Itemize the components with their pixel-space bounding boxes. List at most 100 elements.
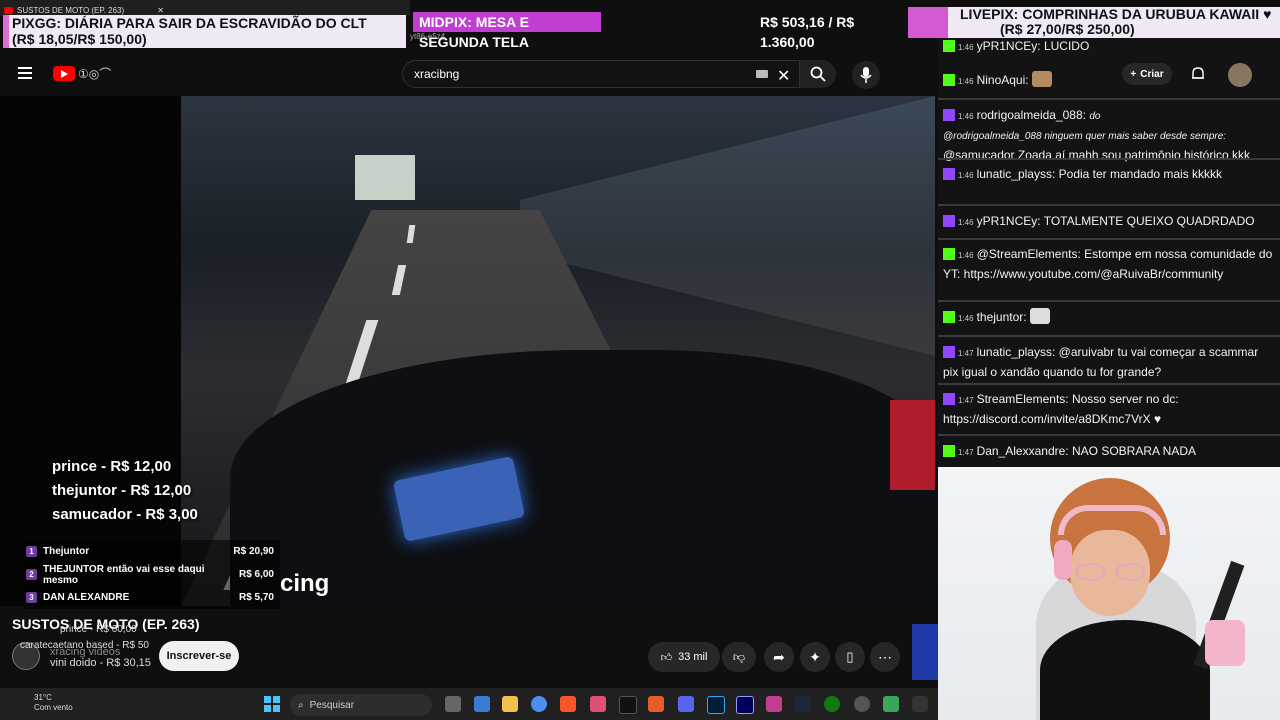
chat-message: 1:47 lunatic_playss: @aruivabr tu vai com… — [943, 343, 1275, 381]
rank-number: 1 — [26, 546, 37, 557]
webcam-shirt — [1040, 620, 1210, 720]
xbox-icon[interactable] — [824, 696, 840, 712]
close-tab-icon[interactable]: ✕ — [157, 6, 164, 15]
kick-badge-icon — [943, 248, 955, 260]
chat-text: Podia ter mandado mais kkkkk — [1058, 167, 1223, 181]
chat-divider — [938, 335, 1280, 337]
like-count: 33 mil — [678, 651, 708, 663]
chat-divider — [938, 383, 1280, 385]
discord-icon[interactable] — [678, 696, 694, 712]
twitch-badge-icon — [943, 346, 955, 358]
ask-button[interactable]: ✦ — [800, 642, 830, 672]
chat-user: Dan_Alexxandre: — [976, 444, 1069, 458]
related-thumbnail[interactable] — [912, 624, 938, 680]
file-explorer-icon[interactable] — [502, 696, 518, 712]
bookmark-icon: ▯ — [846, 649, 854, 664]
more-icon: ⋯ — [878, 648, 892, 665]
app-icon[interactable] — [912, 696, 928, 712]
clear-search-icon[interactable]: ✕ — [777, 66, 790, 86]
like-button[interactable]: 👍︎ 33 mil — [648, 642, 720, 672]
store-icon[interactable] — [474, 696, 490, 712]
search-box[interactable] — [402, 60, 800, 88]
chat-user: @StreamElements: — [976, 247, 1081, 261]
twitch-badge-icon — [943, 168, 955, 180]
livepix-accent — [908, 7, 948, 38]
chat-time: 1:46 — [958, 77, 974, 86]
video-motorcycle — [230, 350, 935, 606]
microphone-icon — [860, 67, 872, 83]
sparkle-icon: ✦ — [809, 648, 821, 665]
chat-user: rodrigoalmeida_088: — [976, 108, 1086, 122]
ranking-row: 1 Thejuntor R$ 20,90 — [24, 540, 280, 563]
search-input[interactable]: xracibng — [414, 67, 459, 81]
rank-name: Thejuntor — [43, 546, 90, 557]
chat-time: 1:47 — [958, 349, 974, 358]
video-bus — [355, 155, 415, 200]
chrome-icon[interactable] — [531, 696, 547, 712]
chat-message: 1:47 Dan_Alexxandre: NAO SOBRARA NADA — [943, 442, 1275, 462]
kick-badge-icon — [943, 445, 955, 457]
chat-user: yPR1NCEy: — [976, 214, 1041, 228]
app-icon[interactable] — [648, 696, 664, 712]
more-actions-button[interactable]: ⋯ — [870, 642, 900, 672]
chat-divider — [938, 158, 1280, 160]
chat-quote: @rodrigoalmeida_088 ninguem quer mais sa… — [943, 131, 1227, 142]
chat-time: 1:47 — [958, 448, 974, 457]
chat-user: yPR1NCEy: — [976, 39, 1041, 53]
chat-text: LUCIDO — [1043, 39, 1090, 53]
twitch-badge-icon — [943, 109, 955, 121]
chat-text: do — [1089, 111, 1101, 122]
chat-time: 1:46 — [958, 218, 974, 227]
midpix-goal-label: MIDPIX: MESA E SEGUNDA TELA — [413, 12, 601, 50]
video-red-light — [890, 400, 935, 490]
chat-divider — [938, 434, 1280, 436]
tab-title: SUSTOS DE MOTO (EP. 263) — [17, 5, 125, 15]
chat-time: 1:46 — [958, 314, 974, 323]
rank-name: DAN ALEXANDRE — [43, 592, 130, 603]
ranking-row: 3 DAN ALEXANDRE R$ 5,70 — [24, 586, 280, 609]
app-icon[interactable] — [883, 696, 899, 712]
donor-line: thejuntor - R$ 12,00 — [52, 482, 192, 499]
save-button[interactable]: ▯ — [835, 642, 865, 672]
steam-icon[interactable] — [795, 696, 811, 712]
chat-message: 1:46 @StreamElements: Estompe em nossa co… — [943, 245, 1275, 283]
chat-time: 1:47 — [958, 396, 974, 405]
cat-emote-icon — [1029, 308, 1050, 324]
search-button[interactable] — [800, 60, 836, 88]
task-view-icon[interactable] — [445, 696, 461, 712]
chat-time: 1:46 — [958, 251, 974, 260]
subscribe-button[interactable]: Inscrever-se — [159, 641, 239, 671]
tiktok-icon[interactable] — [619, 696, 637, 714]
app-icon[interactable] — [766, 696, 782, 712]
obs-icon[interactable] — [854, 696, 870, 712]
keyboard-icon[interactable] — [756, 70, 768, 78]
kick-badge-icon — [943, 74, 955, 86]
photoshop-icon[interactable] — [707, 696, 725, 714]
taskbar-search[interactable]: ⌕ Pesquisar — [290, 694, 432, 716]
app-icon[interactable] — [590, 696, 606, 712]
ranking-row: 2 THEJUNTOR então vai esse daqui mesmo R… — [24, 563, 280, 586]
premiere-icon[interactable] — [736, 696, 754, 714]
weather-widget[interactable]: 31°C Com vento — [14, 693, 73, 713]
rank-name: THEJUNTOR então vai esse daqui mesmo — [43, 563, 205, 586]
taskbar-search-placeholder: Pesquisar — [309, 699, 355, 711]
share-button[interactable]: ➦ — [764, 642, 794, 672]
chat-message: 1:46 lunatic_playss: Podia ter mandado ma… — [943, 165, 1275, 185]
video-watermark: cing — [280, 570, 330, 597]
hamburger-menu-icon[interactable] — [18, 67, 32, 79]
overlay-ghost-line: vini doido - R$ 30,15 — [50, 657, 151, 669]
brave-icon[interactable] — [560, 696, 576, 712]
voice-search-button[interactable] — [852, 61, 880, 89]
dislike-button[interactable]: 👎︎ — [722, 642, 756, 672]
rank-value: R$ 6,00 — [238, 569, 274, 580]
search-icon — [810, 66, 826, 82]
chat-message: 1:46 rodrigoalmeida_088: do @rodrigoalmei… — [943, 106, 1275, 164]
windows-start-icon[interactable] — [264, 696, 280, 712]
donor-line: samucador - R$ 3,00 — [52, 506, 198, 523]
webcam-glasses — [1073, 563, 1147, 581]
pixgg-title: PIXGG: DIÁRIA PARA SAIR DA ESCRAVIDÃO DO… — [12, 15, 367, 31]
chat-user: lunatic_playss: — [976, 167, 1056, 181]
youtube-logo[interactable] — [53, 66, 75, 81]
chat-time: 1:46 — [958, 112, 974, 121]
rank-number: 2 — [26, 569, 37, 580]
